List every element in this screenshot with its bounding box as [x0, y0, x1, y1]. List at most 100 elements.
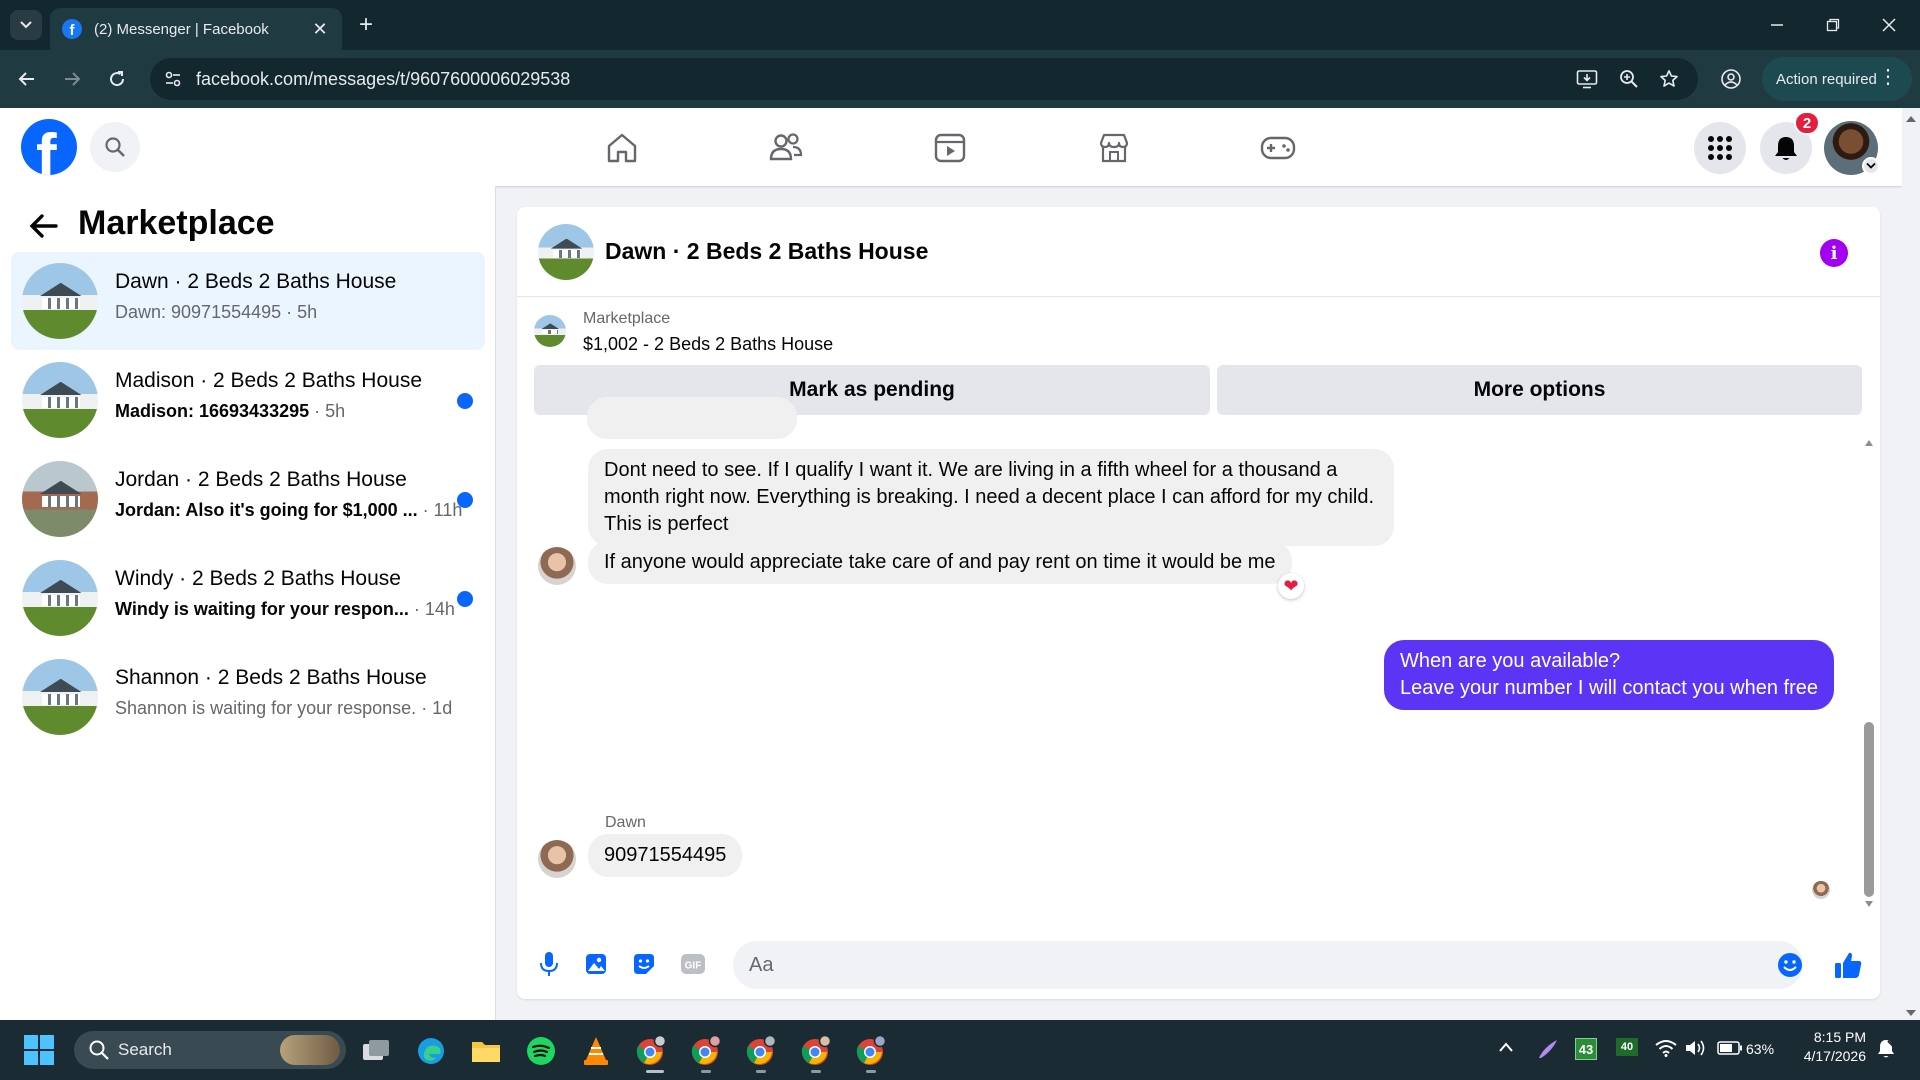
scroll-down-icon[interactable]: [1902, 1006, 1920, 1020]
chat-title[interactable]: Dawn · 2 Beds 2 Baths House: [605, 238, 928, 265]
nav-home[interactable]: [602, 128, 642, 168]
video-icon: [934, 133, 966, 163]
task-view-icon[interactable]: [359, 1034, 393, 1068]
battery-percent: 63%: [1746, 1041, 1775, 1057]
photo-icon[interactable]: [583, 951, 609, 977]
site-settings-icon[interactable]: [162, 68, 184, 90]
conversation-item[interactable]: Shannon · 2 Beds 2 Baths House Shannon i…: [11, 648, 485, 746]
reload-icon: [110, 71, 125, 87]
listing-summary[interactable]: $1,002 - 2 Beds 2 Baths House: [583, 334, 833, 355]
message-list: Dont need to see. If I qualify I want it…: [517, 397, 1880, 919]
conversation-item[interactable]: Dawn · 2 Beds 2 Baths House Dawn: 909715…: [11, 252, 485, 350]
unread-dot: [457, 591, 473, 607]
nav-friends[interactable]: [766, 128, 806, 168]
sticker-icon[interactable]: [631, 951, 657, 977]
pen-tray-icon[interactable]: [1536, 1037, 1560, 1061]
thumbs-up-icon[interactable]: [1832, 949, 1864, 981]
facebook-search-button[interactable]: [90, 122, 140, 172]
edge-icon[interactable]: [414, 1034, 448, 1068]
reload-button[interactable]: [102, 64, 132, 94]
install-app-icon[interactable]: [1576, 68, 1598, 90]
windows-start-icon[interactable]: [24, 1035, 54, 1065]
scroll-up-icon[interactable]: [1902, 112, 1920, 126]
message-bubble-outgoing: When are you available? Leave your numbe…: [1384, 640, 1834, 710]
page-scrollbar[interactable]: [1902, 108, 1920, 1020]
clock-date: 4/17/2026: [1803, 1048, 1866, 1064]
message-line: When are you available?: [1400, 650, 1621, 672]
message-bubble-incoming: 90971554495: [588, 834, 743, 877]
sender-avatar[interactable]: [538, 547, 576, 585]
browser-toolbar: facebook.com/messages/t/9607600006029538…: [0, 50, 1920, 108]
gif-icon[interactable]: GIF: [680, 951, 706, 977]
chat-scroll-thumb[interactable]: [1864, 722, 1874, 897]
battery-icon[interactable]: [1717, 1041, 1743, 1055]
tab-search-button[interactable]: [10, 10, 42, 40]
info-icon[interactable]: i: [1820, 239, 1848, 267]
wifi-icon[interactable]: [1655, 1039, 1677, 1057]
forward-button[interactable]: [57, 64, 87, 94]
seen-by-avatar: [1812, 881, 1830, 899]
profile-icon: [1721, 69, 1741, 89]
close-tab-icon[interactable]: ✕: [310, 19, 330, 40]
scroll-up-icon[interactable]: [1863, 437, 1875, 449]
scroll-down-icon[interactable]: [1863, 898, 1875, 910]
listing-thumbnail: [534, 315, 566, 347]
clock-time: 8:15 PM: [1813, 1029, 1866, 1045]
chrome-profile-3-icon[interactable]: [744, 1034, 778, 1068]
listing-source: Marketplace: [583, 310, 671, 327]
spotify-icon[interactable]: [524, 1034, 558, 1068]
message-bubble-incoming: If anyone would appreciate take care of …: [588, 541, 1292, 584]
sender-avatar[interactable]: [538, 840, 576, 878]
running-app-indicator: [811, 1070, 821, 1073]
heart-reaction-icon[interactable]: ❤: [1278, 573, 1304, 599]
message-line: Leave your number I will contact you whe…: [1400, 677, 1818, 699]
vlc-icon[interactable]: [579, 1034, 613, 1068]
chrome-profile-2-icon[interactable]: [689, 1034, 723, 1068]
browser-tab-messenger[interactable]: f (2) Messenger | Facebook ✕: [50, 8, 342, 50]
conversation-item[interactable]: Jordan · 2 Beds 2 Baths House Jordan: Al…: [11, 450, 485, 548]
bookmark-star-icon[interactable]: [1658, 68, 1680, 90]
conversation-item[interactable]: Madison · 2 Beds 2 Baths House Madison: …: [11, 351, 485, 449]
back-arrow-button[interactable]: [26, 208, 62, 244]
zoom-icon[interactable]: [1618, 68, 1640, 90]
chrome-profile-1-icon[interactable]: [634, 1034, 668, 1068]
back-button[interactable]: [12, 64, 42, 94]
running-app-indicator: [866, 1070, 876, 1073]
new-tab-button[interactable]: +: [352, 12, 380, 40]
conversation-preview: Jordan: Also it's going for $1,000 ... ·…: [115, 500, 463, 520]
account-chevron-icon[interactable]: [1862, 157, 1880, 175]
chat-avatar[interactable]: [538, 224, 594, 280]
minimize-button[interactable]: [1754, 10, 1800, 40]
tray-app-43[interactable]: 43: [1575, 1038, 1597, 1060]
listing-thumbnail: [22, 362, 98, 438]
running-app-indicator: [756, 1070, 766, 1073]
more-options-button[interactable]: More options: [1217, 365, 1862, 415]
taskbar-search-label: Search: [118, 1040, 172, 1059]
chrome-profile-5-icon[interactable]: [854, 1034, 888, 1068]
nav-video[interactable]: [930, 128, 970, 168]
file-explorer-icon[interactable]: [469, 1034, 503, 1068]
microphone-icon[interactable]: [536, 951, 562, 977]
nav-marketplace[interactable]: [1094, 128, 1134, 168]
close-window-button[interactable]: [1866, 10, 1912, 40]
message-input[interactable]: [733, 941, 1803, 989]
action-required-button[interactable]: Action required ⋮: [1762, 57, 1912, 101]
profile-button[interactable]: [1716, 64, 1746, 94]
conversation-item[interactable]: Windy · 2 Beds 2 Baths House Windy is wa…: [11, 549, 485, 647]
windows-taskbar: Search 43 40 63% 8:15 PM 4/17/2026: [0, 1020, 1920, 1080]
address-bar[interactable]: facebook.com/messages/t/9607600006029538: [150, 58, 1698, 100]
facebook-logo[interactable]: f: [21, 119, 77, 175]
chat-header: Dawn · 2 Beds 2 Baths House i: [517, 207, 1880, 297]
conversation-name: Jordan · 2 Beds 2 Baths House: [115, 468, 407, 491]
clock[interactable]: 8:15 PM 4/17/2026: [1792, 1029, 1866, 1064]
notification-center-icon[interactable]: [1875, 1038, 1897, 1060]
taskbar-search[interactable]: Search: [74, 1031, 346, 1069]
nav-gaming[interactable]: [1258, 128, 1298, 168]
emoji-icon[interactable]: [1777, 952, 1803, 978]
menu-button[interactable]: [1694, 122, 1746, 174]
restore-button[interactable]: [1810, 10, 1856, 40]
chrome-profile-4-icon[interactable]: [799, 1034, 833, 1068]
tray-overflow-icon[interactable]: [1498, 1041, 1514, 1053]
tray-app-40[interactable]: 40: [1616, 1038, 1638, 1056]
volume-icon[interactable]: [1685, 1039, 1707, 1057]
